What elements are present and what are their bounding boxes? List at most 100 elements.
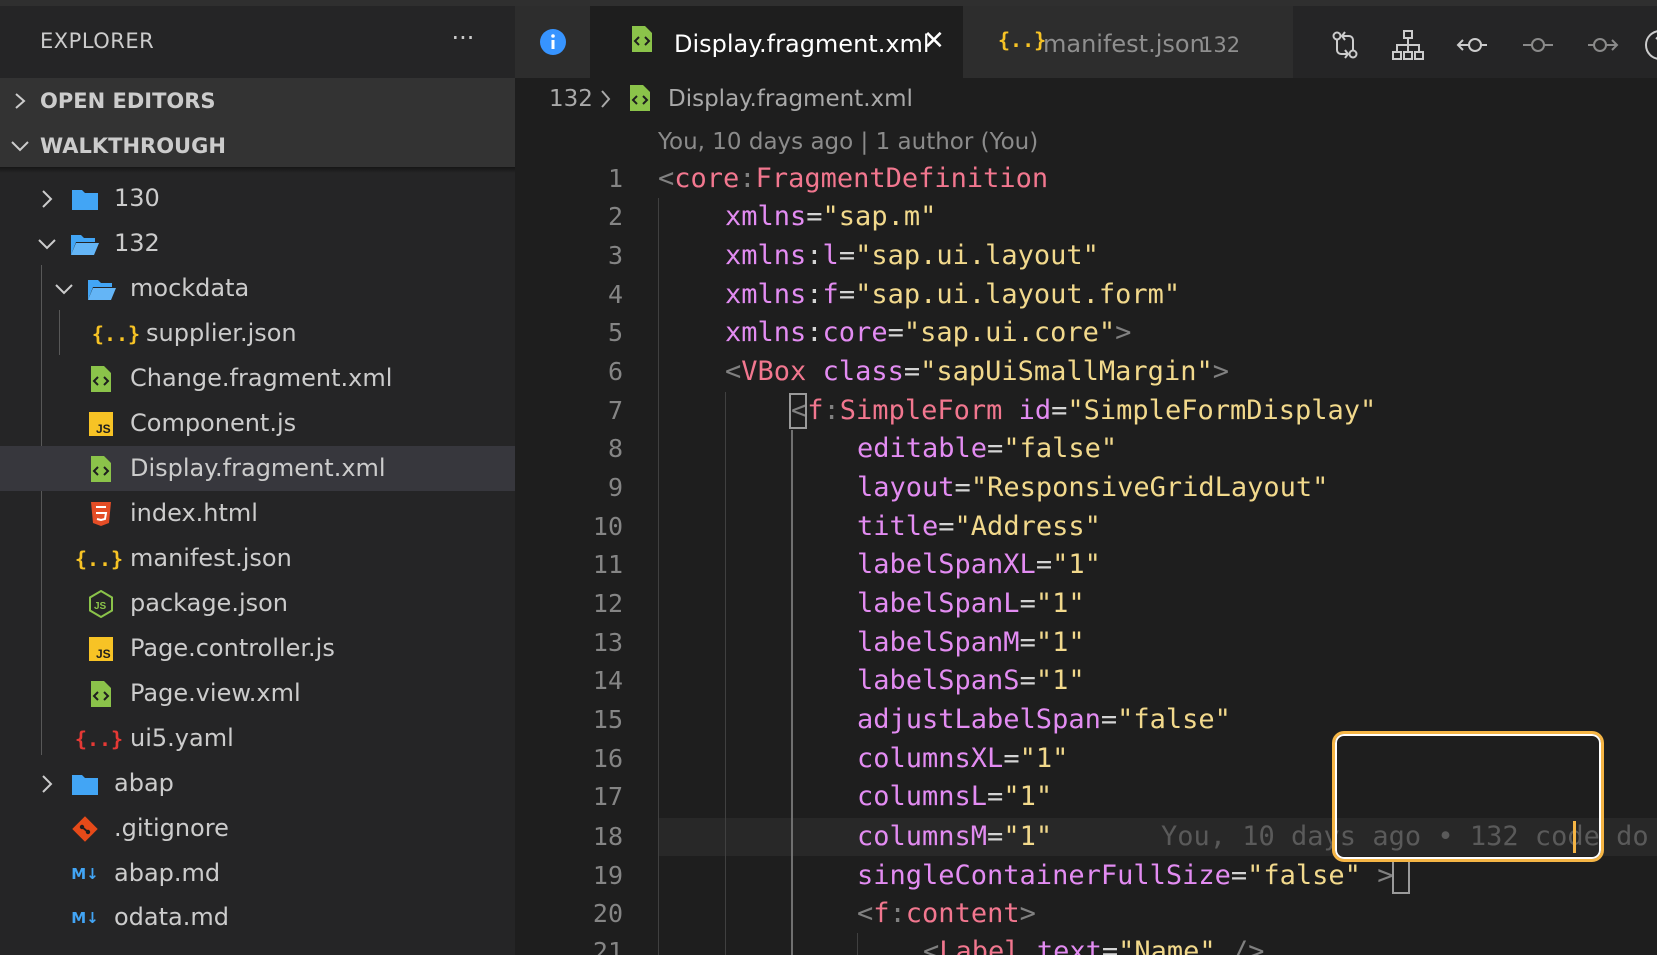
commit-icon[interactable] [1521,28,1555,62]
token: > [1115,317,1132,348]
token: : [806,317,823,348]
token: = [903,356,921,387]
section-open-editors[interactable]: OPEN EDITORS [0,78,515,123]
tree-item-label: abap [114,769,174,797]
tree-item-file-page-controller[interactable]: JS Page.controller.js [0,626,515,671]
more-actions-icon[interactable]: ··· [446,26,480,56]
tree-item-file-component-js[interactable]: JS Component.js [0,401,515,446]
tree-item-file-gitignore[interactable]: .gitignore [0,806,515,851]
token: content [905,898,1020,929]
token: l [822,240,839,271]
hierarchy-icon[interactable] [1391,28,1425,62]
tree-item-label: abap.md [114,859,221,887]
code-line-21[interactable]: <Label text="Name" /> [923,933,1264,955]
tab-display-fragment[interactable]: Display.fragment.xml ✕ [590,6,963,78]
breadcrumb-file[interactable]: Display.fragment.xml [668,86,913,112]
tree-item-label: index.html [130,499,258,527]
tree-item-label: Page.view.xml [130,679,301,707]
code-line-7[interactable]: <f:SimpleForm id="SimpleFormDisplay" [791,392,1376,430]
code-line-6[interactable]: <VBox class="sapUiSmallMargin"> [725,353,1229,391]
token: "SimpleFormDisplay" [1067,395,1377,426]
section-walkthrough[interactable]: WALKTHROUGH [0,123,515,168]
tree-item-label: supplier.json [146,319,297,347]
token: "sap.ui.layout" [855,240,1099,271]
code-line-19[interactable]: singleContainerFullSize="false" > [857,857,1393,895]
token: columnsM [857,821,988,852]
tree-item-file-index-html[interactable]: index.html [0,491,515,536]
tree-item-file-page-view[interactable]: Page.view.xml [0,671,515,716]
token: core [822,317,888,348]
token: = [1101,936,1119,955]
tree-item-file-manifest-json[interactable]: {..} manifest.json [0,536,515,581]
code-line-5[interactable]: xmlns:core="sap.ui.core"> [725,314,1131,352]
token: id [1018,395,1052,426]
token: adjustLabelSpan [857,704,1101,735]
code-line-3[interactable]: xmlns:l="sap.ui.layout" [725,237,1099,275]
token: "sap.ui.layout.form" [855,279,1181,310]
token: : [806,240,823,271]
chevron-down-icon [0,123,40,168]
json-file-icon: {..} [74,547,124,571]
breadcrumb-folder[interactable]: 132 [549,86,593,112]
token: < [923,936,940,955]
code-line-8[interactable]: editable="false" [857,430,1117,468]
token: singleContainerFullSize [857,860,1231,891]
chevron-right-icon [0,78,40,123]
code-line-1[interactable]: <core:FragmentDefinition [658,160,1048,198]
line-number: 17 [592,782,623,811]
line-number: 9 [607,473,623,502]
code-line-2[interactable]: xmlns="sap.m" [725,198,936,236]
tab-info[interactable] [515,6,590,78]
js-file-icon: JS [86,409,116,439]
tree-item-file-change-fragment[interactable]: Change.fragment.xml [0,356,515,401]
tree-item-folder-mockdata[interactable]: mockdata [0,266,515,311]
code-line-11[interactable]: labelSpanXL="1" [857,546,1101,584]
code-line-10[interactable]: title="Address" [857,508,1101,546]
xml-file-icon [86,364,116,394]
previous-change-icon[interactable] [1455,28,1489,62]
token: = [1230,860,1248,891]
tree-item-folder-132[interactable]: 132 [0,221,515,266]
tab-manifest-json[interactable]: {..} manifest.json 132 [963,6,1293,78]
code-line-18[interactable]: columnsM="1" [857,818,1052,856]
git-file-icon [70,814,100,844]
code-line-20[interactable]: <f:content> [857,895,1036,933]
tree-item-label: mockdata [130,274,250,302]
tree-item-file-ui5-yaml[interactable]: {..} ui5.yaml [0,716,515,761]
next-change-icon[interactable] [1586,28,1620,62]
token: = [1019,588,1036,619]
tree-item-folder-130[interactable]: 130 [0,176,515,221]
tree-item-folder-abap[interactable]: abap [0,761,515,806]
tab-badge: 132 [1200,33,1241,57]
code-line-13[interactable]: labelSpanM="1" [857,624,1085,662]
token: = [987,781,1004,812]
highlight-annotation [1332,731,1604,862]
code-line-17[interactable]: columnsL="1" [857,778,1052,816]
line-number: 2 [607,202,623,231]
tree-item-file-supplier-json[interactable]: {..} supplier.json [0,311,515,356]
tree-item-file-package-json[interactable]: JS package.json [0,581,515,626]
tab-label: manifest.json [1043,30,1205,58]
token: f [807,395,824,426]
code-line-14[interactable]: labelSpanS="1" [857,662,1085,700]
compare-changes-icon[interactable] [1328,28,1362,62]
code-line-9[interactable]: layout="ResponsiveGridLayout" [857,469,1328,507]
timeline-icon[interactable] [1643,28,1657,62]
token: "1" [1003,821,1053,852]
token: = [987,433,1004,464]
bracket-match-close [1392,858,1410,894]
code-line-4[interactable]: xmlns:f="sap.ui.layout.form" [725,276,1180,314]
code-line-12[interactable]: labelSpanL="1" [857,585,1085,623]
close-icon[interactable]: ✕ [923,26,945,56]
tree-item-file-abap-md[interactable]: M↓ abap.md [0,851,515,896]
tree-item-file-display-fragment[interactable]: Display.fragment.xml [0,446,515,491]
tree-item-file-odata-md[interactable]: M↓ odata.md [0,895,515,940]
code-line-15[interactable]: adjustLabelSpan="false" [857,701,1231,739]
code-line-16[interactable]: columnsXL="1" [857,740,1068,778]
codelens-blame[interactable]: You, 10 days ago | 1 author (You) [658,129,1038,155]
token: title [857,511,939,542]
token: VBox [741,356,807,387]
token: "1" [1035,588,1085,619]
line-number: 18 [592,822,623,851]
token: = [987,821,1004,852]
